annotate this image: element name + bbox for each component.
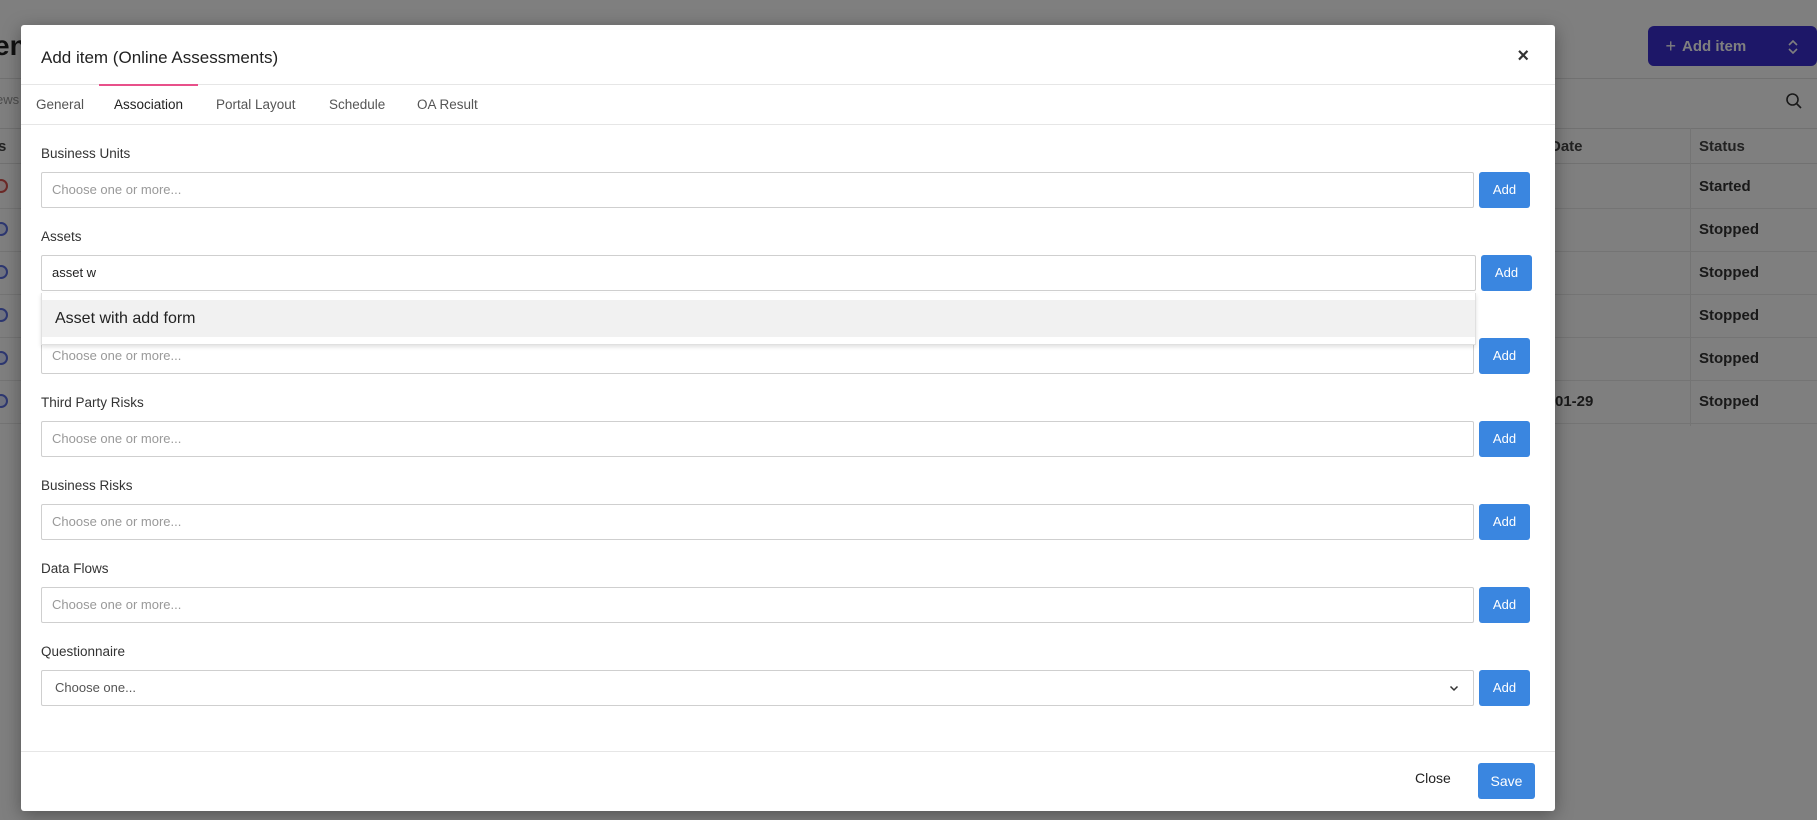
- assets-label: Assets: [41, 229, 82, 244]
- business-risks-add-button[interactable]: Add: [1479, 504, 1530, 540]
- tab-schedule[interactable]: Schedule: [329, 85, 385, 125]
- close-icon[interactable]: ×: [1517, 46, 1529, 66]
- questionnaire-label: Questionnaire: [41, 644, 126, 659]
- third-party-risks-input[interactable]: Choose one or more...: [41, 421, 1474, 457]
- business-units-label: Business Units: [41, 146, 131, 161]
- modal-body: Business Units Choose one or more... Add…: [21, 125, 1555, 751]
- questionnaire-select-value: Choose one...: [55, 680, 136, 695]
- save-button[interactable]: Save: [1478, 763, 1535, 799]
- third-party-risks-add-button[interactable]: Add: [1479, 421, 1530, 457]
- tab-bar: General Association Portal Layout Schedu…: [21, 84, 1555, 125]
- tab-general[interactable]: General: [36, 85, 84, 125]
- business-units-add-button[interactable]: Add: [1479, 172, 1530, 208]
- questionnaire-add-button[interactable]: Add: [1479, 670, 1530, 706]
- chevron-down-icon: [1449, 685, 1459, 692]
- questionnaire-select[interactable]: Choose one...: [41, 670, 1474, 706]
- tab-portal-layout[interactable]: Portal Layout: [216, 85, 296, 125]
- assets-add-button[interactable]: Add: [1481, 255, 1532, 291]
- business-units-input[interactable]: Choose one or more...: [41, 172, 1474, 208]
- modal-header: Add item (Online Assessments) ×: [21, 25, 1555, 85]
- modal-footer: Close Save: [21, 751, 1555, 811]
- data-flows-add-button[interactable]: Add: [1479, 587, 1530, 623]
- third-party-risks-label: Third Party Risks: [41, 395, 144, 410]
- assets-input[interactable]: asset w: [41, 255, 1476, 291]
- business-risks-input[interactable]: Choose one or more...: [41, 504, 1474, 540]
- hidden-field-add-button[interactable]: Add: [1479, 338, 1530, 374]
- business-risks-label: Business Risks: [41, 478, 133, 493]
- tab-association[interactable]: Association: [98, 84, 199, 125]
- data-flows-input[interactable]: Choose one or more...: [41, 587, 1474, 623]
- assets-autocomplete-dropdown: Asset with add form: [41, 293, 1476, 345]
- data-flows-label: Data Flows: [41, 561, 109, 576]
- dropdown-option[interactable]: Asset with add form: [42, 300, 1475, 337]
- close-button[interactable]: Close: [1415, 770, 1451, 786]
- add-item-modal: Add item (Online Assessments) × General …: [21, 25, 1555, 811]
- modal-title: Add item (Online Assessments): [41, 48, 279, 67]
- tab-oa-result[interactable]: OA Result: [417, 85, 478, 125]
